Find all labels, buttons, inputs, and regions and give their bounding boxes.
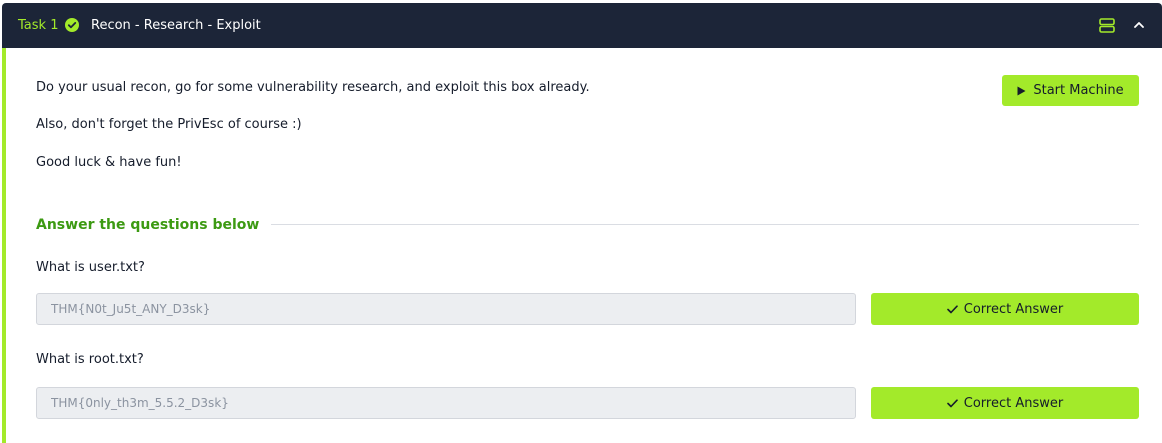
check-icon — [946, 398, 958, 407]
task-number: Task 1 — [18, 18, 59, 33]
question-prompt: What is root.txt? — [36, 352, 144, 367]
task-title: Recon - Research - Exploit — [91, 18, 261, 33]
check-icon — [946, 304, 958, 313]
correct-answer-label: Correct Answer — [963, 301, 1064, 317]
split-view-icon[interactable] — [1099, 18, 1115, 33]
description-line: Also, don't forget the PrivEsc of course… — [36, 117, 302, 132]
task-body: Do your usual recon, go for some vulnera… — [2, 48, 1162, 443]
description-line: Do your usual recon, go for some vulnera… — [36, 80, 590, 95]
check-circle-icon — [65, 18, 79, 32]
correct-answer-button[interactable]: Correct Answer — [871, 387, 1139, 419]
start-machine-button[interactable]: Start Machine — [1002, 75, 1139, 106]
question-prompt: What is user.txt? — [36, 260, 145, 275]
task-header[interactable]: Task 1 Recon - Research - Exploit — [2, 3, 1162, 48]
correct-answer-label: Correct Answer — [963, 395, 1064, 411]
section-divider — [238, 224, 1139, 225]
answer-input[interactable] — [36, 387, 856, 419]
answer-input[interactable] — [36, 293, 856, 325]
play-icon — [1017, 86, 1026, 95]
correct-answer-button[interactable]: Correct Answer — [871, 293, 1139, 325]
chevron-up-icon[interactable] — [1133, 19, 1145, 31]
answer-section-heading: Answer the questions below — [36, 216, 272, 234]
start-machine-label: Start Machine — [1033, 83, 1124, 98]
task-card: Task 1 Recon - Research - Exploit Do you… — [2, 3, 1162, 443]
description-line: Good luck & have fun! — [36, 155, 182, 170]
